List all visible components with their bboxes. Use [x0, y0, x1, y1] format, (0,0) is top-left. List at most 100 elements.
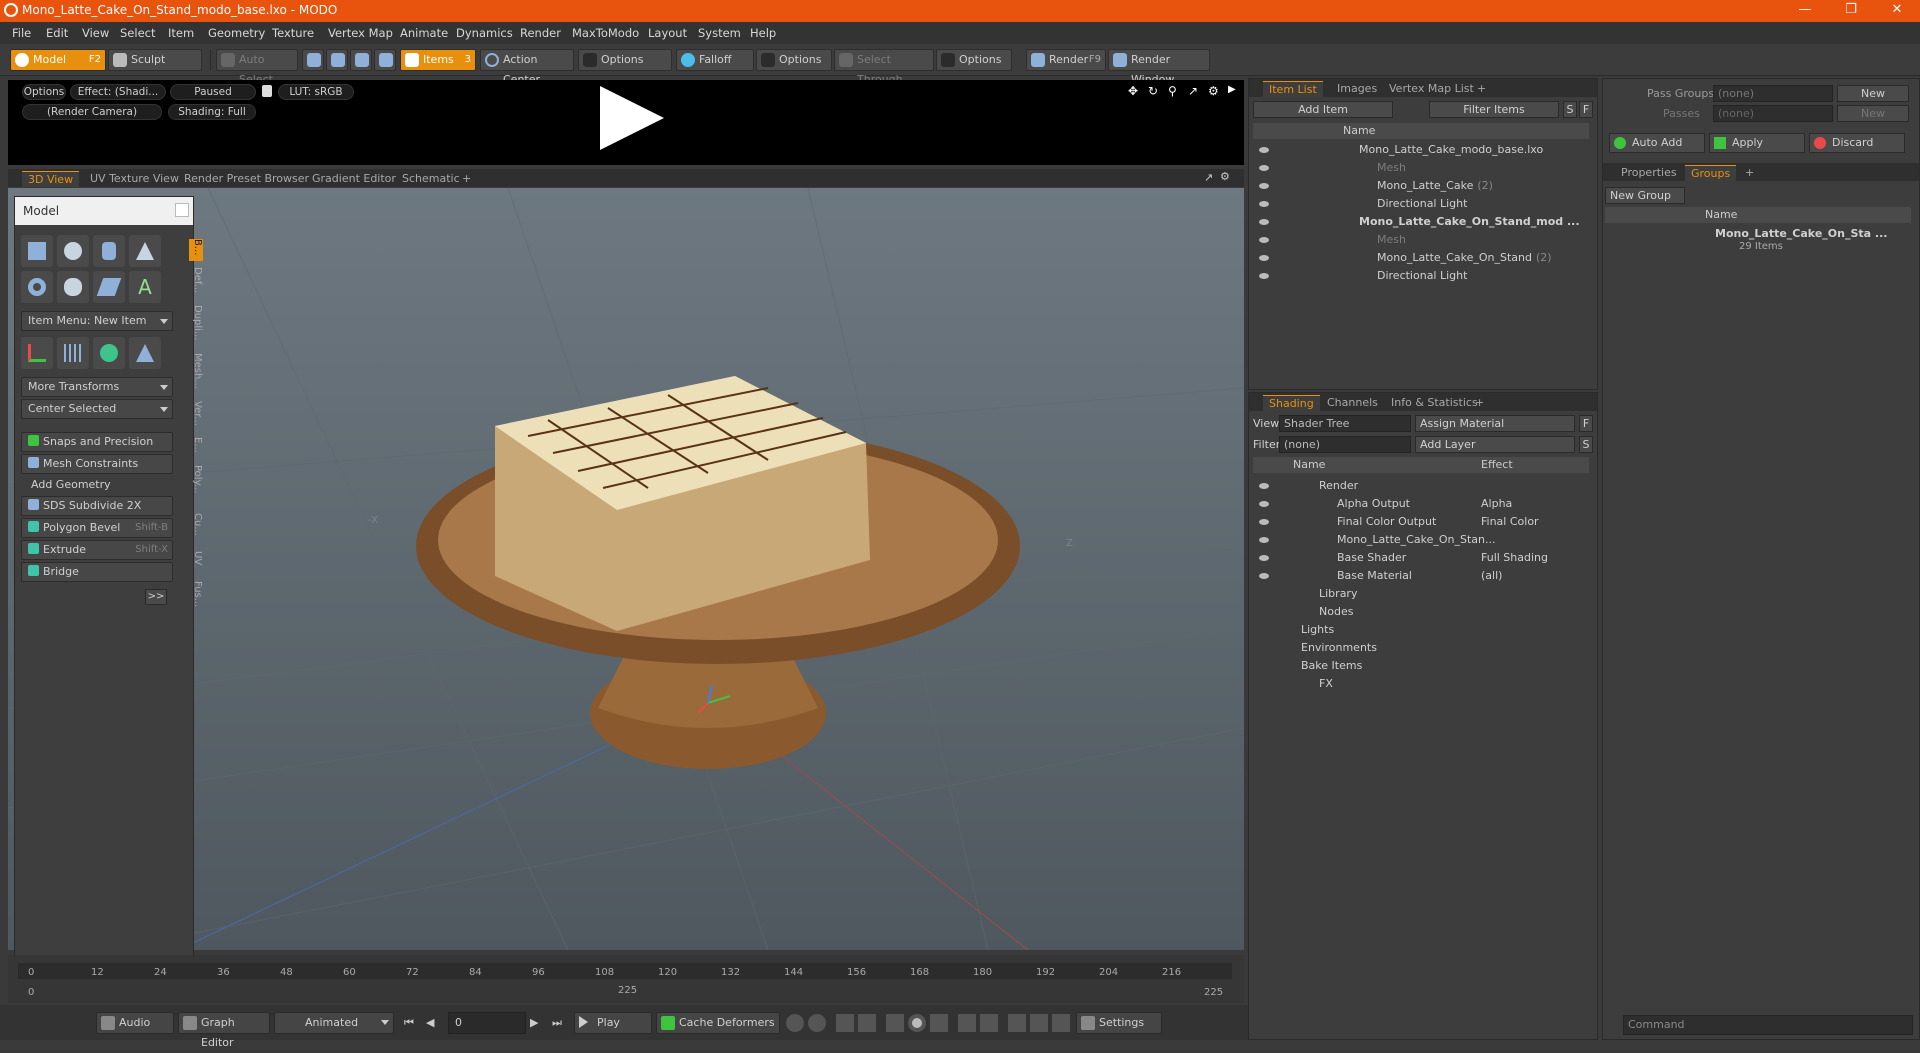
loop-icon[interactable]	[1008, 1014, 1026, 1032]
more-transforms-dropdown[interactable]: More Transforms	[21, 377, 173, 397]
menu-texture[interactable]: Texture	[272, 26, 314, 40]
item-list-row[interactable]: Directional Light	[1377, 197, 1467, 210]
materials-mode-button[interactable]	[374, 49, 396, 71]
shader-tree-row[interactable]: Final Color Output	[1337, 515, 1436, 528]
prev-frame-icon[interactable]: ◀	[426, 1016, 434, 1029]
bounce-icon[interactable]	[1030, 1014, 1048, 1032]
tab-groups[interactable]: Groups	[1685, 165, 1737, 181]
mesh-constraints-button[interactable]: Mesh Constraints	[21, 454, 173, 474]
render-button[interactable]: Render F9	[1026, 49, 1106, 71]
f-button[interactable]: F	[1579, 415, 1593, 432]
assign-material-button[interactable]: Assign Material	[1415, 415, 1575, 432]
shader-tree-row[interactable]: FX	[1319, 677, 1333, 690]
cylinder-icon[interactable]	[93, 235, 125, 267]
gear-icon[interactable]: ⚙	[1208, 84, 1220, 98]
item-list-row[interactable]: Mesh	[1377, 161, 1406, 174]
maximize-icon[interactable]: ↗	[1188, 84, 1200, 98]
cache-deformers-button[interactable]: Cache Deformers	[656, 1012, 780, 1034]
menu-render[interactable]: Render	[520, 26, 561, 40]
visibility-eye-icon[interactable]	[1259, 573, 1269, 579]
animated-dropdown[interactable]: Animated	[274, 1012, 394, 1034]
vertices-mode-button[interactable]	[302, 49, 324, 71]
jump-end-icon[interactable]	[980, 1014, 998, 1032]
visibility-eye-icon[interactable]	[1259, 555, 1269, 561]
maximize-icon[interactable]: ↗	[1204, 171, 1213, 184]
item-list-row[interactable]: Directional Light	[1377, 269, 1467, 282]
edges-mode-button[interactable]	[326, 49, 348, 71]
menu-file[interactable]: File	[12, 26, 31, 40]
auto-select-button[interactable]: Auto Select	[216, 49, 298, 86]
visibility-eye-icon[interactable]	[1259, 201, 1269, 207]
menu-geometry[interactable]: Geometry	[208, 26, 265, 40]
menu-select[interactable]: Select	[120, 26, 155, 40]
f-button[interactable]: F	[1579, 101, 1593, 118]
menu-edit[interactable]: Edit	[46, 26, 68, 40]
preview-paused-button[interactable]: Paused	[170, 84, 256, 100]
add-layer-dropdown[interactable]: Add Layer	[1415, 436, 1575, 453]
shader-effect-value[interactable]: Final Color	[1481, 515, 1539, 528]
visibility-eye-icon[interactable]	[1259, 255, 1269, 261]
shader-tree-row[interactable]: Bake Items	[1301, 659, 1362, 672]
next-frame-icon[interactable]: ▶	[530, 1016, 538, 1029]
render-window-button[interactable]: Render Window	[1108, 49, 1210, 86]
discard-button[interactable]: Discard	[1809, 133, 1905, 153]
filter-items-button[interactable]: Filter Items	[1429, 101, 1559, 118]
new-group-button[interactable]: New Group	[1605, 187, 1685, 204]
polygons-mode-button[interactable]	[350, 49, 372, 71]
group-name[interactable]: Mono_Latte_Cake_On_Sta ...	[1715, 227, 1887, 240]
timeline[interactable]: 0 12 24 36 48 60 72 84 96 108 120 132 144 156 168 180 19…	[8, 955, 1244, 1003]
restore-icon[interactable]: ❐	[1828, 0, 1874, 22]
jump-start-icon[interactable]	[958, 1014, 976, 1032]
new-pass-group-button[interactable]: New	[1837, 85, 1909, 102]
preview-camera-dropdown[interactable]: (Render Camera)	[22, 104, 162, 120]
tab-3d-view[interactable]: 3D View	[22, 171, 80, 187]
bridge-button[interactable]: Bridge	[21, 562, 173, 582]
tab-gradient-editor[interactable]: Gradient Editor	[306, 171, 402, 187]
shader-tree-row[interactable]: Nodes	[1319, 605, 1353, 618]
visibility-eye-icon[interactable]	[1259, 237, 1269, 243]
prev-key-icon[interactable]	[836, 1014, 854, 1032]
shader-tree-row[interactable]: Base Material	[1337, 569, 1412, 582]
tab-render-preset-browser[interactable]: Render Preset Browser	[178, 171, 315, 187]
record-icon[interactable]	[908, 1014, 926, 1032]
graph-editor-button[interactable]: Graph Editor	[178, 1012, 270, 1049]
pass-groups-dropdown[interactable]: (none)	[1713, 85, 1833, 102]
new-pass-button[interactable]: New	[1837, 105, 1909, 122]
menu-item[interactable]: Item	[168, 26, 194, 40]
key-all-icon[interactable]	[808, 1014, 826, 1032]
menu-layout[interactable]: Layout	[648, 26, 687, 40]
filter-dropdown[interactable]: (none)	[1279, 436, 1411, 453]
visibility-eye-icon[interactable]	[1259, 183, 1269, 189]
add-tab-button[interactable]: +	[1739, 165, 1760, 181]
sync-icon[interactable]	[1052, 1014, 1070, 1032]
item-list-row[interactable]: Mono_Latte_Cake_modo_base.lxo	[1359, 143, 1543, 156]
item-menu-dropdown[interactable]: Item Menu: New Item	[21, 311, 173, 331]
vtab-uv[interactable]: UV	[189, 551, 203, 573]
add-tab-button[interactable]: +	[456, 171, 477, 187]
add-tab-button[interactable]: +	[1471, 81, 1492, 97]
play-button[interactable]: Play	[574, 1012, 652, 1034]
visibility-eye-icon[interactable]	[1259, 501, 1269, 507]
select-through-options-button[interactable]: Options	[936, 49, 1012, 71]
center-selected-dropdown[interactable]: Center Selected	[21, 399, 173, 419]
falloff-button[interactable]: Falloff	[676, 49, 754, 71]
capsule-icon[interactable]	[57, 271, 89, 303]
shader-tree-row[interactable]: Alpha Output	[1337, 497, 1410, 510]
vtab-fusion[interactable]: Fus...	[189, 581, 203, 611]
sphere-icon[interactable]	[57, 235, 89, 267]
apply-button[interactable]: Apply	[1709, 133, 1805, 153]
tab-vertex-map-list[interactable]: Vertex Map List	[1383, 81, 1480, 97]
menu-maxtomodo[interactable]: MaxToModo	[572, 26, 639, 40]
key-icon[interactable]	[786, 1014, 804, 1032]
move-icon[interactable]: ✥	[1128, 84, 1140, 98]
grid-icon[interactable]	[57, 337, 89, 369]
frame-input[interactable]: 0	[448, 1012, 526, 1034]
visibility-eye-icon[interactable]	[1259, 147, 1269, 153]
polygon-bevel-button[interactable]: Polygon Bevel Shift-B	[21, 518, 173, 538]
shader-tree-row[interactable]: Environments	[1301, 641, 1377, 654]
vtab-duplicate[interactable]: Dupli...	[189, 305, 203, 345]
shader-effect-value[interactable]: (all)	[1481, 569, 1502, 582]
preview-lut-dropdown[interactable]: LUT: sRGB	[278, 84, 354, 100]
vtab-polygon[interactable]: Poly...	[189, 465, 203, 505]
tab-shading[interactable]: Shading	[1263, 395, 1320, 411]
